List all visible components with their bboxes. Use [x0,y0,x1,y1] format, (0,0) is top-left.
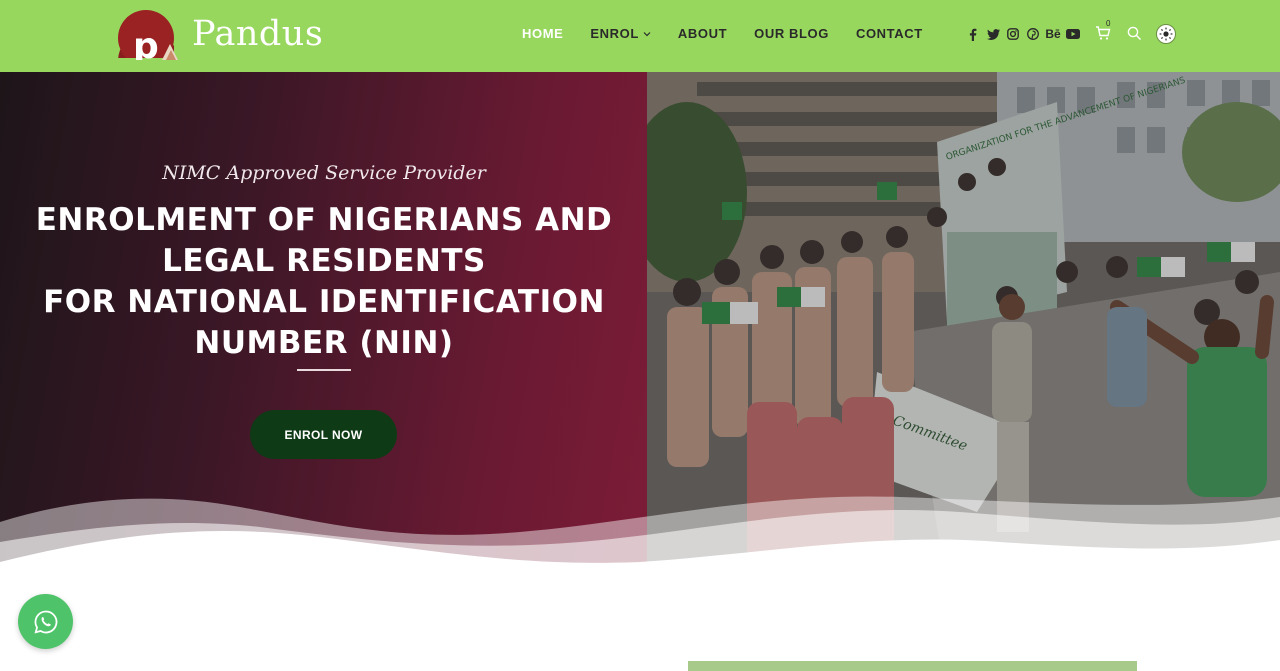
twitter-icon[interactable] [983,26,1003,42]
chevron-down-icon [643,31,651,36]
nav-contact[interactable]: CONTACT [856,26,923,41]
behance-label: Bē [1045,27,1061,41]
nav-enrol[interactable]: ENROL [590,26,651,41]
nav-contact-label: CONTACT [855,26,923,41]
nav-home[interactable]: HOME [522,26,563,41]
hero-divider [297,369,351,371]
hero-section: ORGANIZATION FOR THE ADVANCEMENT OF NIGE… [0,72,1280,671]
whatsapp-button[interactable] [18,594,73,649]
nav-blog-label: OUR BLOG [754,26,829,41]
cart-count-badge: 0 [1106,19,1111,28]
headline-line-1: ENROLMENT OF NIGERIANS AND [35,202,613,238]
social-links: Bē [963,26,1083,42]
headline-line-4: NUMBER (NIN) [194,325,454,361]
instagram-icon[interactable] [1003,26,1023,42]
nav-about[interactable]: ABOUT [678,26,727,41]
search-icon[interactable] [1127,26,1143,42]
content-card-top [688,661,1137,671]
headline-line-3: FOR NATIONAL IDENTIFICATION [43,284,605,320]
hero-bottom-wave [0,496,1280,671]
hero-headline: ENROLMENT OF NIGERIANS AND LEGAL RESIDEN… [20,200,628,364]
facebook-icon[interactable] [963,26,983,42]
nav-our-blog[interactable]: OUR BLOG [754,26,829,41]
site-header: p Pandus HOME ENROL ABOUT OUR BLOG CONTA… [0,0,1280,72]
svg-text:p: p [133,26,159,60]
nav-about-label: ABOUT [677,26,728,41]
sun-icon [1159,27,1173,41]
site-logo[interactable]: p Pandus [116,8,324,67]
main-nav: HOME ENROL ABOUT OUR BLOG CONTACT [522,26,950,41]
logo-wordmark: Pandus [192,14,324,54]
logo-mark-icon: p [116,8,180,67]
nav-home-label: HOME [522,26,564,41]
whatsapp-icon [34,610,57,633]
youtube-icon[interactable] [1063,26,1083,42]
hero-subtitle: NIMC Approved Service Provider [162,162,486,184]
headline-line-2: LEGAL RESIDENTS [162,243,486,279]
theme-toggle-button[interactable] [1156,24,1176,44]
behance-icon[interactable]: Bē [1043,26,1063,42]
pinterest-icon[interactable] [1023,26,1043,42]
enrol-now-button[interactable]: ENROL NOW [250,410,397,459]
nav-enrol-label: ENROL [590,26,639,41]
